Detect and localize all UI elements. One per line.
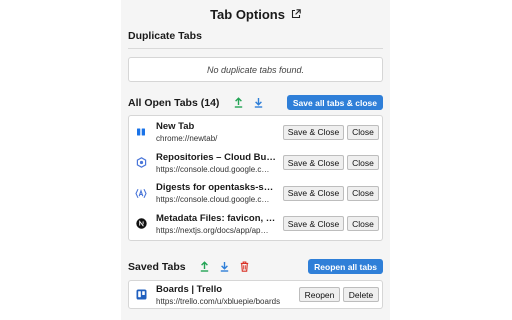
save-close-button[interactable]: Save & Close	[283, 216, 344, 232]
duplicates-title: Duplicate Tabs	[128, 30, 202, 42]
tab-url: https://console.cloud.google.c…	[156, 164, 270, 174]
close-button[interactable]: Close	[347, 124, 379, 140]
open-tabs-list: New Tab chrome://newtab/ Save & Close Cl…	[128, 115, 383, 241]
divider	[128, 48, 383, 49]
tab-url: https://nextjs.org/docs/app/ap…	[156, 225, 269, 235]
export-icon[interactable]	[200, 261, 210, 272]
save-close-button[interactable]: Save & Close	[283, 185, 344, 201]
open-tab-row: New Tab chrome://newtab/ Save & Close Cl…	[129, 117, 382, 148]
saved-tabs-list: Boards | Trello https://trello.com/u/xbl…	[128, 280, 383, 309]
open-tabs-title: All Open Tabs (14)	[128, 96, 220, 109]
header: Tab Options	[121, 0, 390, 28]
close-button[interactable]: Close	[347, 216, 379, 232]
import-icon[interactable]	[220, 261, 230, 272]
save-all-tabs-button[interactable]: Save all tabs & close	[286, 95, 383, 110]
export-icon[interactable]	[233, 97, 243, 108]
saved-tabs-title: Saved Tabs	[128, 260, 186, 273]
trello-icon	[135, 289, 147, 301]
nextjs-icon	[135, 218, 147, 230]
chrome-newtab-icon	[135, 126, 147, 138]
cloud-build-icon	[135, 157, 147, 169]
tab-title: Repositories – Cloud Build – …	[156, 151, 278, 163]
close-button[interactable]: Close	[347, 155, 379, 171]
tab-title: Digests for opentasks-s…	[156, 182, 274, 194]
save-close-button[interactable]: Save & Close	[283, 155, 344, 171]
open-tab-row: Digests for opentasks-s… https://console…	[129, 178, 382, 209]
save-close-button[interactable]: Save & Close	[283, 124, 344, 140]
saved-tabs-header: Saved Tabs Reopen all tabs	[121, 258, 390, 275]
tab-title: Metadata Files: favicon, …	[156, 212, 276, 224]
tab-url: https://console.cloud.google.c…	[156, 195, 270, 205]
saved-tab-row: Boards | Trello https://trello.com/u/xbl…	[129, 281, 382, 308]
open-tab-row: Metadata Files: favicon, … https://nextj…	[129, 209, 382, 240]
duplicates-empty-text: No duplicate tabs found.	[206, 64, 305, 75]
artifact-registry-icon	[135, 187, 147, 199]
tab-title: New Tab	[156, 121, 195, 133]
close-button[interactable]: Close	[347, 185, 379, 201]
duplicates-header: Duplicate Tabs	[121, 28, 390, 44]
reopen-button[interactable]: Reopen	[299, 287, 340, 302]
tab-url: https://trello.com/u/xbluepie/boards	[156, 296, 281, 306]
open-tabs-header: All Open Tabs (14) Save all tabs & close	[121, 94, 390, 111]
trash-icon[interactable]	[240, 261, 250, 272]
import-icon[interactable]	[253, 97, 263, 108]
duplicates-empty-box: No duplicate tabs found.	[128, 57, 383, 82]
tab-url: chrome://newtab/	[156, 134, 218, 144]
reopen-all-tabs-button[interactable]: Reopen all tabs	[308, 259, 383, 274]
open-tab-row: Repositories – Cloud Build – … https://c…	[129, 148, 382, 179]
tab-title: Boards | Trello	[156, 283, 223, 295]
external-link-icon[interactable]	[291, 9, 301, 19]
tab-options-panel: Tab Options Duplicate Tabs No duplicate …	[121, 0, 390, 320]
delete-button[interactable]: Delete	[343, 287, 379, 302]
page-title: Tab Options	[210, 6, 285, 22]
